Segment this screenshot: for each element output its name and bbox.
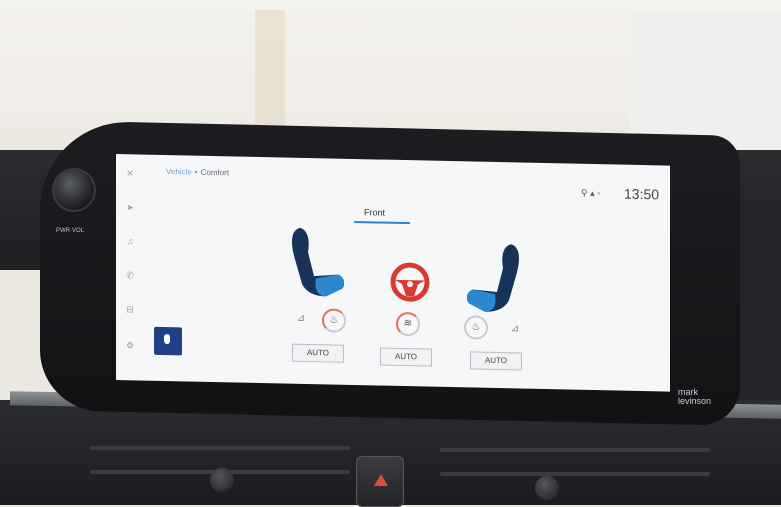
vent-knob-right[interactable] [535,476,559,500]
seat-left-icon[interactable] [288,226,350,305]
breadcrumb-current: Comfort [200,167,230,178]
hazard-triangle-icon [374,474,388,486]
breadcrumb: Vehicle • Comfort [166,167,229,177]
navigation-icon[interactable]: ➤ [125,202,135,212]
auto-button-right[interactable]: AUTO [470,351,522,371]
phone-icon[interactable]: ✆ [125,270,135,280]
steering-heat-button[interactable]: ≋ [396,311,420,337]
auto-button-center[interactable]: AUTO [380,347,432,367]
auto-button-left[interactable]: AUTO [292,343,344,363]
sidebar: ✕ ➤ ♫ ✆ ⊟ ⚙ [116,154,146,381]
music-icon[interactable]: ♫ [125,236,135,246]
car-icon[interactable]: ⊟ [125,304,135,314]
tab-active-indicator [354,220,410,225]
power-volume-knob[interactable] [52,168,96,212]
breadcrumb-parent[interactable]: Vehicle [166,167,192,177]
seat-heat-left-button[interactable]: ♨ [322,308,346,333]
status-icons: ⚲ ▴ ◦ [581,187,601,199]
brand-logo: mark levinson [678,387,712,406]
vent-knob-left[interactable] [210,468,234,492]
air-vent-slat [440,472,710,476]
seat-ventilation-left-icon[interactable]: ⊿ [294,312,308,326]
seat-ventilation-right-icon[interactable]: ⊿ [508,322,522,336]
infotainment-screen: ✕ ➤ ♫ ✆ ⊟ ⚙ Vehicle • Comfort ⚲ ▴ ◦ 13:50 … [116,154,670,392]
background-pillar [255,10,285,130]
air-vent-slat [90,446,350,450]
steering-wheel-icon[interactable] [390,262,430,303]
microphone-icon [164,334,170,345]
seat-heat-right-button[interactable]: ♨ [464,315,488,340]
clock: 13:50 [624,185,660,203]
seat-right-icon[interactable] [461,241,523,320]
tab-front[interactable]: Front [364,207,385,217]
voice-button[interactable] [154,326,182,356]
knob-label: PWR·VOL [56,228,85,234]
settings-icon[interactable]: ⚙ [125,340,135,350]
breadcrumb-separator: • [194,167,198,177]
hazard-button[interactable] [356,456,404,507]
close-icon[interactable]: ✕ [125,168,135,178]
air-vent-slat [440,448,710,452]
